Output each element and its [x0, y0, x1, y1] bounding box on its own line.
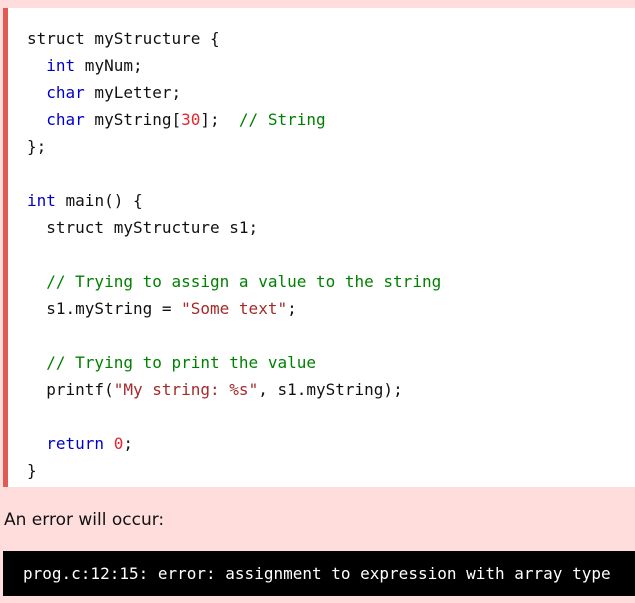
- code-line: struct myStructure s1;: [27, 214, 441, 241]
- terminal-output-panel: prog.c:12:15: error: assignment to expre…: [3, 551, 635, 596]
- code-token: myString[: [84, 110, 182, 129]
- code-token: return: [46, 434, 105, 453]
- code-token: struct myStructure s1;: [27, 218, 259, 237]
- code-token: printf(: [27, 380, 114, 399]
- code-line: // Trying to assign a value to the strin…: [27, 268, 441, 295]
- code-line: printf("My string: %s", s1.myString);: [27, 376, 441, 403]
- code-token: int: [27, 191, 56, 210]
- code-token: s1.myString =: [27, 299, 182, 318]
- code-line: char myLetter;: [27, 79, 441, 106]
- code-token: // Trying to assign a value to the strin…: [46, 272, 442, 291]
- code-line: int myNum;: [27, 52, 441, 79]
- code-token: myNum;: [75, 56, 143, 75]
- code-token: struct myStructure {: [27, 29, 220, 48]
- code-line: struct myStructure {: [27, 25, 441, 52]
- code-line: char myString[30]; // String: [27, 106, 441, 133]
- code-token: ;: [287, 299, 297, 318]
- code-token: ];: [200, 110, 239, 129]
- code-example-panel: struct myStructure { int myNum; char myL…: [3, 8, 635, 487]
- code-token: "Some text": [181, 299, 288, 318]
- code-token: int: [46, 56, 76, 75]
- code-token: , s1.myString);: [258, 380, 403, 399]
- code-line: int main() {: [27, 187, 441, 214]
- code-line: }: [27, 457, 441, 484]
- code-token: myLetter;: [84, 83, 182, 102]
- code-token: // Trying to print the value: [46, 353, 316, 372]
- error-description: An error will occur:: [4, 510, 165, 530]
- code-token: 30: [181, 110, 201, 129]
- code-line: };: [27, 133, 441, 160]
- code-token: 0: [113, 434, 124, 453]
- error-message: prog.c:12:15: error: assignment to expre…: [23, 564, 611, 583]
- code-line: s1.myString = "Some text";: [27, 295, 441, 322]
- code-line: return 0;: [27, 430, 441, 457]
- code-token: ;: [123, 434, 133, 453]
- code-token: "My string: %s": [113, 380, 259, 399]
- code-token: char: [46, 83, 85, 102]
- code-token: main() {: [55, 191, 143, 210]
- code-token: };: [27, 137, 47, 156]
- code-block: struct myStructure { int myNum; char myL…: [27, 25, 441, 484]
- code-token: // String: [238, 110, 326, 129]
- code-token: }: [27, 461, 37, 480]
- code-token: char: [46, 110, 85, 129]
- code-line: // Trying to print the value: [27, 349, 441, 376]
